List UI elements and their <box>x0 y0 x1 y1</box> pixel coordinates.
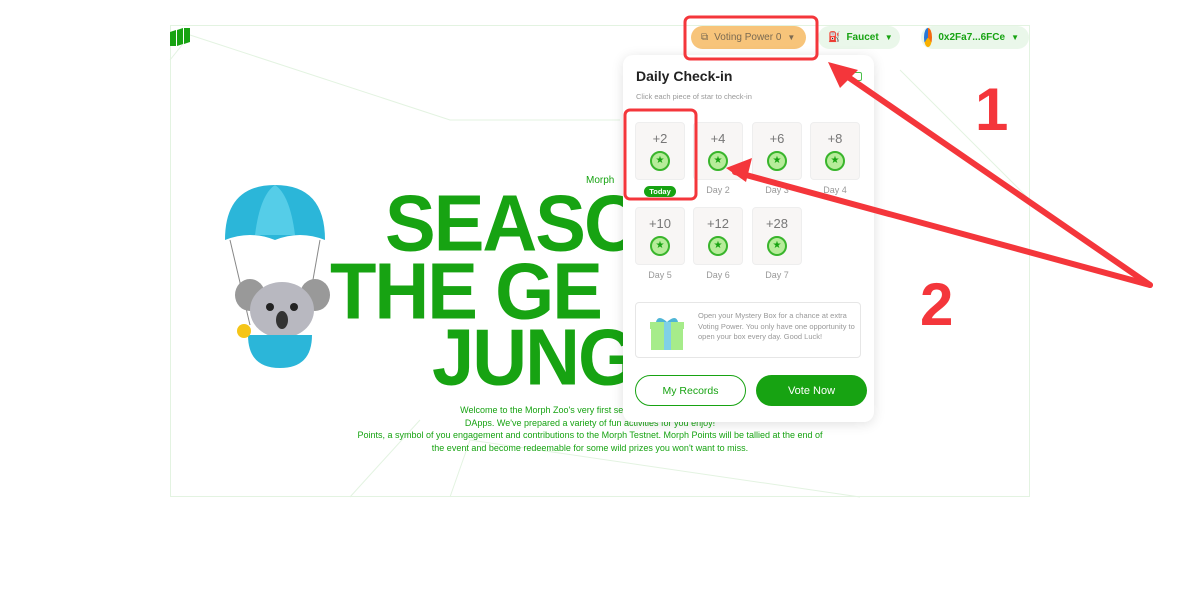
hero-title-line-3: JUNG <box>432 312 637 403</box>
annotation-number-2: 2 <box>920 271 954 338</box>
star-icon[interactable]: ★ <box>708 236 728 256</box>
faucet-icon: ⛽ <box>828 32 841 43</box>
caret-down-icon: ▼ <box>787 33 796 42</box>
star-icon[interactable]: ★ <box>650 236 670 256</box>
day-label: Day 4 <box>823 185 847 195</box>
faucet-button[interactable]: ⛽ Faucet ▼ <box>818 26 900 49</box>
voting-power-button[interactable]: ⧉ Voting Power 0 ▼ <box>691 26 806 49</box>
star-icon[interactable]: ★ <box>767 151 787 171</box>
checkin-subtitle: Click each piece of star to check-in <box>636 92 752 101</box>
caret-down-icon: ▼ <box>884 33 893 42</box>
checkin-day-6[interactable]: +12 ★ <box>693 207 743 265</box>
day-label: Day 3 <box>765 185 789 195</box>
my-records-button[interactable]: My Records <box>635 375 746 406</box>
gift-icon <box>650 318 684 350</box>
annotation-number-1: 1 <box>975 76 1009 143</box>
checkin-title: Daily Check-in <box>636 68 733 84</box>
mystery-box-card[interactable]: Open your Mystery Box for a chance at ex… <box>635 302 861 358</box>
daily-checkin-popup: Daily Check-in Click each piece of star … <box>623 55 874 422</box>
today-badge: Today <box>644 186 676 197</box>
star-icon[interactable]: ★ <box>650 151 670 171</box>
checkin-day-2[interactable]: +4 ★ <box>693 122 743 180</box>
wallet-avatar <box>924 28 933 47</box>
ballot-icon: ⧉ <box>701 32 709 43</box>
wallet-button[interactable]: 0x2Fa7...6FCe ▼ <box>921 26 1029 49</box>
star-icon[interactable]: ★ <box>708 151 728 171</box>
vote-now-button[interactable]: Vote Now <box>756 375 867 406</box>
checkin-day-1[interactable]: +2 ★ <box>635 122 685 180</box>
caret-down-icon: ▼ <box>1011 33 1019 42</box>
checkin-day-3[interactable]: +6 ★ <box>752 122 802 180</box>
checkin-day-7[interactable]: +28 ★ <box>752 207 802 265</box>
koala-balloon-illustration <box>225 185 330 368</box>
day-label: Day 2 <box>706 185 730 195</box>
star-icon[interactable]: ★ <box>825 151 845 171</box>
day-label: Day 7 <box>765 270 789 280</box>
checkin-day-4[interactable]: +8 ★ <box>810 122 860 180</box>
checkin-day-5[interactable]: +10 ★ <box>635 207 685 265</box>
morph-logo[interactable] <box>170 28 190 46</box>
day-label: Day 5 <box>648 270 672 280</box>
star-icon[interactable]: ★ <box>767 236 787 256</box>
day-label: Day 6 <box>706 270 730 280</box>
ticket-icon[interactable] <box>848 72 862 81</box>
